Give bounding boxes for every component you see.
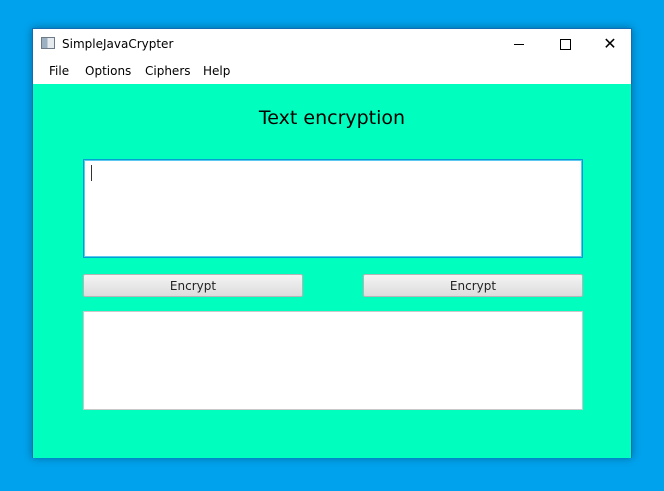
plaintext-input[interactable] [83, 159, 583, 258]
encrypt-button-secondary[interactable]: Encrypt [363, 274, 583, 297]
encrypt-button[interactable]: Encrypt [83, 274, 303, 297]
menu-item-file[interactable]: File [49, 63, 69, 79]
minimize-icon [514, 43, 524, 45]
window-title: SimpleJavaCrypter [62, 37, 174, 51]
close-button[interactable]: ✕ [587, 29, 633, 59]
menu-item-options[interactable]: Options [85, 63, 131, 79]
app-icon [41, 37, 55, 49]
app-window: SimpleJavaCrypter ✕ File Options Ciphers… [32, 28, 632, 458]
menu-item-help[interactable]: Help [203, 63, 230, 79]
maximize-button[interactable] [542, 29, 588, 59]
title-bar[interactable]: SimpleJavaCrypter ✕ [33, 29, 631, 59]
main-panel: Text encryption Encrypt Encrypt [33, 84, 631, 458]
text-caret [91, 165, 92, 181]
ciphertext-output[interactable] [83, 311, 583, 410]
menu-bar: File Options Ciphers Help [33, 59, 631, 84]
maximize-icon [559, 38, 571, 50]
menu-item-ciphers[interactable]: Ciphers [145, 63, 191, 79]
close-icon: ✕ [603, 34, 617, 53]
page-title: Text encryption [258, 107, 406, 129]
minimize-button[interactable] [496, 29, 542, 59]
